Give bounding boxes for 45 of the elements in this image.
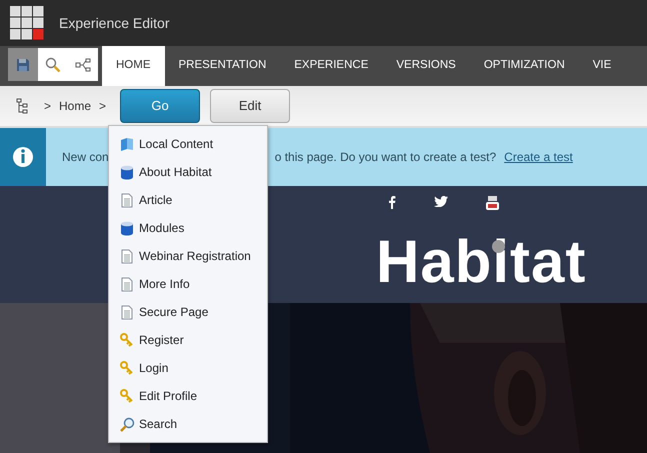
menu-item[interactable]: More Info [109, 270, 267, 298]
breadcrumb-button[interactable]: Edit [210, 89, 290, 123]
logo-dot-icon [492, 240, 505, 253]
ribbon-tab[interactable]: VIE [578, 46, 626, 86]
ribbon-tab[interactable]: OPTIMIZATION [470, 46, 579, 86]
menu-item[interactable]: Login [109, 354, 267, 382]
breadcrumb-button[interactable]: Go [120, 89, 200, 123]
menu-item[interactable]: Article [109, 186, 267, 214]
menu-item[interactable]: Modules [109, 214, 267, 242]
breadcrumb-link[interactable]: Home [59, 97, 92, 115]
site-logo[interactable]: Habitat [376, 232, 586, 292]
create-test-link[interactable]: Create a test [504, 148, 573, 166]
database-icon [119, 164, 135, 180]
key-icon [119, 332, 135, 348]
folder-icon [119, 137, 135, 151]
key-icon [119, 388, 135, 404]
menu-item[interactable]: Local Content [109, 130, 267, 158]
menu-item[interactable]: About Habitat [109, 158, 267, 186]
menu-item[interactable]: Search [109, 410, 267, 438]
ribbon-tab[interactable]: PRESENTATION [164, 46, 280, 86]
breadcrumb-separator: > [44, 98, 52, 115]
ribbon-tab[interactable]: VERSIONS [382, 46, 470, 86]
menu-item[interactable]: Edit Profile [109, 382, 267, 410]
notification-text: o this page. Do you want to create a test? [274, 149, 496, 166]
menu-item[interactable]: Register [109, 326, 267, 354]
twitter-icon[interactable] [434, 196, 448, 210]
document-icon [119, 248, 135, 264]
info-icon [0, 128, 46, 186]
tree-icon[interactable] [16, 98, 28, 114]
key-icon [119, 360, 135, 376]
facebook-icon[interactable] [388, 196, 396, 210]
search-icon [119, 416, 135, 432]
document-icon [119, 304, 135, 320]
ribbon-tab[interactable]: EXPERIENCE [280, 46, 382, 86]
document-icon [119, 276, 135, 292]
document-icon [119, 192, 135, 208]
menu-item[interactable]: Webinar Registration [109, 242, 267, 270]
save-icon[interactable] [8, 48, 38, 81]
app-title: Experience Editor [59, 14, 170, 33]
app-logo-icon[interactable] [10, 6, 44, 40]
ribbon-tab[interactable]: HOME [102, 46, 164, 86]
breadcrumb-separator: > [99, 98, 106, 115]
database-icon [119, 220, 135, 236]
notification-text: New con [62, 149, 109, 166]
menu-item[interactable]: Secure Page [109, 298, 267, 326]
